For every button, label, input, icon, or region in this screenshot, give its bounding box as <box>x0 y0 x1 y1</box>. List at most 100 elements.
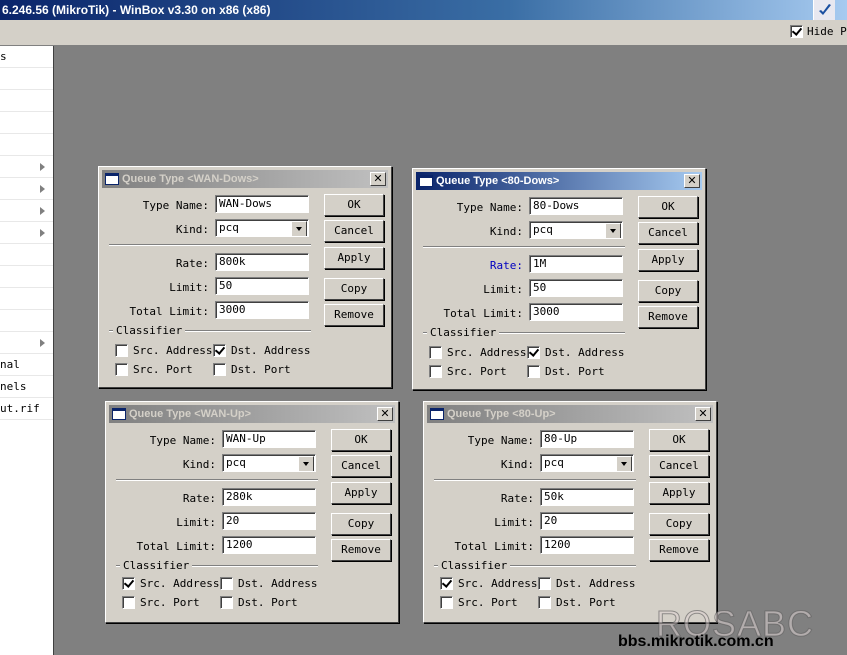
hide-passwords-checkbox[interactable] <box>790 25 803 38</box>
dialog-title-bar[interactable]: Queue Type <WAN-Dows> ✕ <box>102 170 388 188</box>
apply-button[interactable]: Apply <box>331 482 391 504</box>
rate-input[interactable]: 800k <box>215 253 309 271</box>
kind-select[interactable]: pcq <box>215 219 309 237</box>
dst-address-checkbox[interactable] <box>527 346 540 359</box>
type-name-input[interactable]: 80-Dows <box>529 197 623 215</box>
sidebar-item[interactable] <box>0 178 53 200</box>
kind-select[interactable]: pcq <box>529 221 623 239</box>
close-button[interactable]: ✕ <box>695 407 711 421</box>
sidebar-item[interactable] <box>0 244 53 266</box>
src-port-checkbox[interactable] <box>440 596 453 609</box>
src-port-checkbox[interactable] <box>429 365 442 378</box>
src-address-checkbox[interactable] <box>115 344 128 357</box>
total-limit-input[interactable]: 1200 <box>222 536 316 554</box>
src-port-checkbox[interactable] <box>115 363 128 376</box>
dst-address-checkbox[interactable] <box>220 577 233 590</box>
sidebar-item[interactable] <box>0 90 53 112</box>
sidebar-item[interactable] <box>0 156 53 178</box>
src-address-checkbox[interactable] <box>440 577 453 590</box>
copy-button[interactable]: Copy <box>638 280 698 302</box>
queue-type-dialog-wan-up: Queue Type <WAN-Up> ✕ Type Name: WAN-Up … <box>105 401 399 623</box>
src-address-label: Src. Address <box>458 577 538 590</box>
apply-button[interactable]: Apply <box>649 482 709 504</box>
type-name-input[interactable]: 80-Up <box>540 430 634 448</box>
rate-input[interactable]: 1M <box>529 255 623 273</box>
dst-address-checkbox[interactable] <box>538 577 551 590</box>
total-limit-input[interactable]: 3000 <box>215 301 309 319</box>
ok-button[interactable]: OK <box>324 194 384 216</box>
separator <box>434 479 636 481</box>
ok-button[interactable]: OK <box>331 429 391 451</box>
limit-input[interactable]: 50 <box>529 279 623 297</box>
src-port-checkbox[interactable] <box>122 596 135 609</box>
src-address-checkbox[interactable] <box>122 577 135 590</box>
dropdown-arrow-icon[interactable] <box>298 456 314 471</box>
dialog-title-bar[interactable]: Queue Type <80-Dows> ✕ <box>416 172 702 190</box>
remove-button[interactable]: Remove <box>324 304 384 326</box>
ok-button[interactable]: OK <box>638 196 698 218</box>
type-name-label: Type Name: <box>142 199 209 212</box>
dst-port-checkbox[interactable] <box>220 596 233 609</box>
limit-input[interactable]: 20 <box>222 512 316 530</box>
sidebar-item[interactable] <box>0 134 53 156</box>
kind-select[interactable]: pcq <box>222 454 316 472</box>
close-button[interactable]: ✕ <box>684 174 700 188</box>
cancel-button[interactable]: Cancel <box>331 455 391 477</box>
rate-input[interactable]: 280k <box>222 488 316 506</box>
sidebar-item[interactable] <box>0 310 53 332</box>
sidebar-item[interactable]: nal <box>0 354 53 376</box>
window-icon <box>105 173 119 185</box>
window-title-bar: 6.246.56 (MikroTik) - WinBox v3.30 on x8… <box>0 0 847 20</box>
cancel-button[interactable]: Cancel <box>649 455 709 477</box>
dialog-title: Queue Type <80-Dows> <box>436 175 560 187</box>
dst-port-checkbox[interactable] <box>213 363 226 376</box>
queue-type-dialog-80-dows: Queue Type <80-Dows> ✕ Type Name: 80-Dow… <box>412 168 706 390</box>
sidebar-item[interactable] <box>0 332 53 354</box>
total-limit-input[interactable]: 3000 <box>529 303 623 321</box>
copy-button[interactable]: Copy <box>324 278 384 300</box>
sidebar-item[interactable]: s <box>0 46 53 68</box>
src-address-checkbox[interactable] <box>429 346 442 359</box>
close-button[interactable]: ✕ <box>370 172 386 186</box>
close-button[interactable]: ✕ <box>377 407 393 421</box>
type-name-input[interactable]: WAN-Dows <box>215 195 309 213</box>
limit-input[interactable]: 50 <box>215 277 309 295</box>
classifier-group-label: Classifier <box>427 326 500 339</box>
type-name-input[interactable]: WAN-Up <box>222 430 316 448</box>
dst-port-checkbox[interactable] <box>538 596 551 609</box>
dropdown-arrow-icon[interactable] <box>605 223 621 238</box>
hide-passwords-toggle[interactable]: Hide Pa <box>790 25 847 38</box>
cancel-button[interactable]: Cancel <box>638 222 698 244</box>
apply-button[interactable]: Apply <box>638 249 698 271</box>
site-watermark: bbs.mikrotik.com.cn <box>618 633 774 650</box>
cancel-button[interactable]: Cancel <box>324 220 384 242</box>
sidebar-item[interactable] <box>0 68 53 90</box>
remove-button[interactable]: Remove <box>331 539 391 561</box>
apply-button[interactable]: Apply <box>324 247 384 269</box>
remove-button[interactable]: Remove <box>649 539 709 561</box>
sidebar-item[interactable] <box>0 200 53 222</box>
total-limit-input[interactable]: 1200 <box>540 536 634 554</box>
dropdown-arrow-icon[interactable] <box>616 456 632 471</box>
copy-button[interactable]: Copy <box>331 513 391 535</box>
kind-select[interactable]: pcq <box>540 454 634 472</box>
rate-input[interactable]: 50k <box>540 488 634 506</box>
dst-address-label: Dst. Address <box>238 577 318 590</box>
sidebar-item[interactable]: nels <box>0 376 53 398</box>
limit-input[interactable]: 20 <box>540 512 634 530</box>
sidebar-item[interactable] <box>0 222 53 244</box>
dst-port-checkbox[interactable] <box>527 365 540 378</box>
ok-button[interactable]: OK <box>649 429 709 451</box>
sidebar-item[interactable] <box>0 288 53 310</box>
dialog-title-bar[interactable]: Queue Type <WAN-Up> ✕ <box>109 405 395 423</box>
submenu-arrow-icon <box>40 229 45 237</box>
remove-button[interactable]: Remove <box>638 306 698 328</box>
dst-address-checkbox[interactable] <box>213 344 226 357</box>
sidebar-item[interactable]: ut.rif <box>0 398 53 420</box>
sidebar-item[interactable] <box>0 266 53 288</box>
dropdown-arrow-icon[interactable] <box>291 221 307 236</box>
dialog-title-bar[interactable]: Queue Type <80-Up> ✕ <box>427 405 713 423</box>
sidebar-item[interactable] <box>0 112 53 134</box>
copy-button[interactable]: Copy <box>649 513 709 535</box>
rate-label: Rate: <box>500 492 534 505</box>
